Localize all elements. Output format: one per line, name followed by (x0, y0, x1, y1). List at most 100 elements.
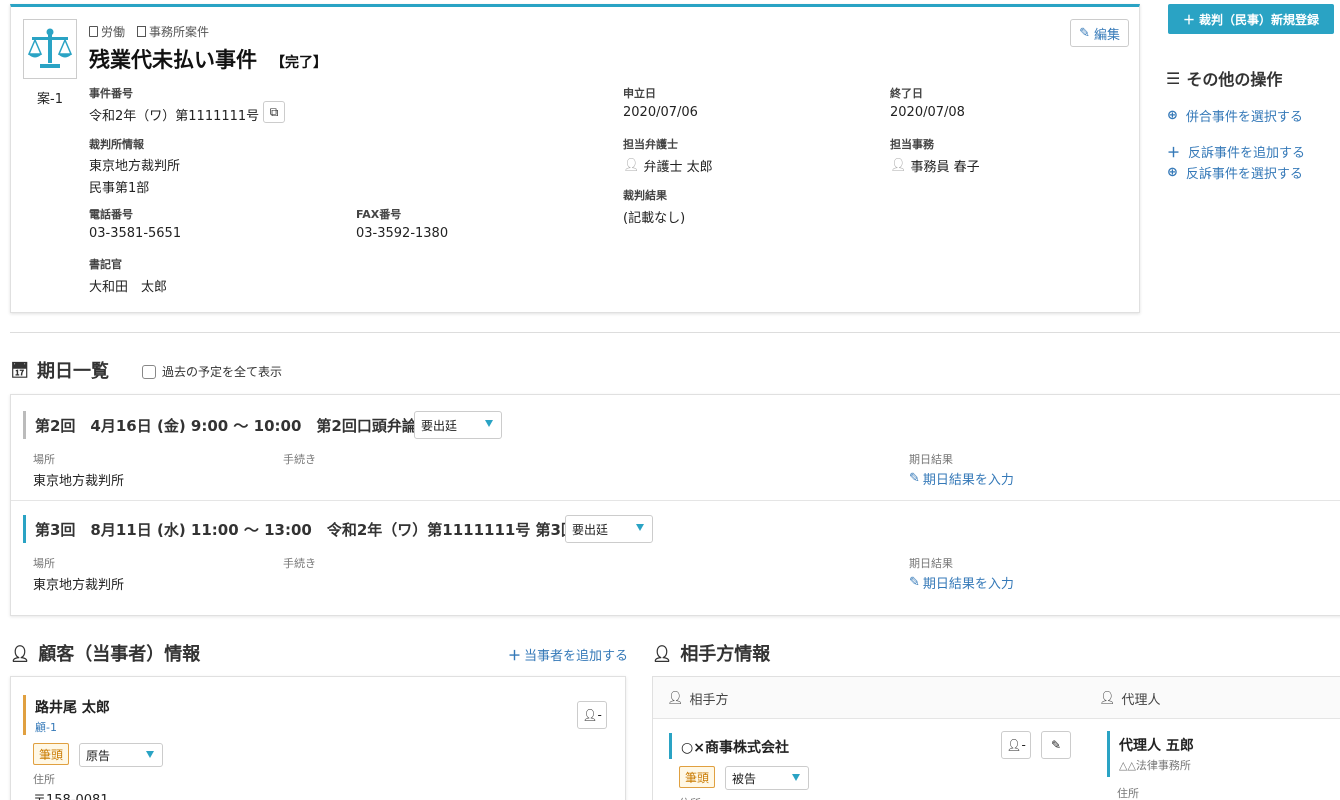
case-category: 労働 (89, 23, 125, 40)
opponent-name[interactable]: ○×商事株式会社 (681, 737, 789, 757)
select-counter-case-link[interactable]: ⊕ 反訴事件を選択する (1167, 163, 1303, 182)
lawyer-name: 弁護士 太郎 (643, 160, 713, 175)
phone-label: 電話番号 (89, 208, 133, 221)
schedule-entry-heading: 第2回 4月16日 (金) 9:00 ～ 10:00 第2回口頭弁論 (35, 417, 417, 435)
agent-column-label: 代理人 (1121, 693, 1161, 708)
client-id[interactable]: 顧-1 (35, 719, 57, 735)
agent-column-header: 👤︎ 代理人 (1099, 689, 1161, 708)
date-result-label: 期日結果 (909, 557, 953, 570)
edit-opponent-button[interactable]: ✎ (1041, 731, 1071, 759)
edit-button[interactable]: ✎ 編集 (1070, 19, 1129, 47)
clerk-row: 👤︎ 事務員 春子 (890, 156, 980, 175)
procedure-label: 手続き (283, 557, 316, 570)
edit-icon: ✎ (909, 471, 920, 486)
phone-value: 03-3581-5651 (89, 226, 182, 241)
select-counter-case-label: 反訴事件を選択する (1185, 167, 1303, 182)
select-merged-case-link[interactable]: ⊕ 併合事件を選択する (1167, 106, 1303, 125)
select-merged-case-label: 併合事件を選択する (1185, 110, 1303, 125)
procedure-label: 手続き (283, 453, 316, 466)
menu-icon: ☰ (1166, 68, 1181, 88)
show-past-label: 過去の予定を全て表示 (162, 365, 283, 379)
enter-result-link[interactable]: ✎ 期日結果を入力 (909, 469, 1014, 488)
court-division: 民事第1部 (89, 181, 150, 196)
place-label: 場所 (33, 557, 55, 570)
edit-icon: ✎ (909, 575, 920, 590)
client-name[interactable]: 路井尾 太郎 (35, 697, 110, 717)
caret-down-icon (792, 774, 800, 781)
schedule-title: 📅︎ 期日一覧 (10, 357, 109, 383)
plus-icon: ＋ (508, 649, 522, 664)
end-date: 2020/07/08 (890, 105, 965, 120)
checkbox[interactable] (142, 364, 156, 379)
address-label: 住所 (33, 773, 55, 786)
zoom-in-icon: ⊕ (1167, 108, 1178, 123)
caret-down-icon (146, 751, 154, 758)
case-number: 令和2年（ワ）第1111111号 (89, 109, 260, 124)
client-info-title: 👤︎ 顧客（当事者）情報 (10, 640, 200, 666)
enter-result-label: 期日結果を入力 (922, 577, 1014, 592)
show-past-checkbox[interactable]: 過去の予定を全て表示 (142, 363, 282, 380)
result-value: (記載なし) (623, 211, 686, 226)
party-role-select[interactable]: 原告 (79, 743, 163, 767)
enter-result-label: 期日結果を入力 (922, 473, 1014, 488)
lawyer-label: 担当弁護士 (623, 138, 678, 151)
opponent-header-row (653, 677, 1340, 719)
court-name: 東京地方裁判所 (89, 159, 181, 174)
case-title-row: 残業代未払い事件 【完了】 (89, 44, 327, 74)
edit-label: 編集 (1093, 27, 1120, 43)
lead-badge: 筆頭 (679, 766, 716, 788)
opponent-column-label: 相手方 (689, 693, 729, 708)
place-value: 東京地方裁判所 (33, 578, 125, 593)
opponent-role-value: 被告 (732, 771, 757, 786)
agent-name[interactable]: 代理人 五郎 (1119, 735, 1194, 755)
place-value: 東京地方裁判所 (33, 474, 125, 489)
agent-firm: △△法律事務所 (1119, 759, 1191, 772)
lead-badge: 筆頭 (33, 743, 70, 765)
plus-icon: ＋ (1182, 12, 1195, 27)
schedule-card: 第2回 4月16日 (金) 9:00 ～ 10:00 第2回口頭弁論 要出廷 場… (10, 394, 1340, 616)
caret-down-icon (636, 524, 644, 531)
user-icon: 👤︎ (652, 643, 673, 663)
place-label: 場所 (33, 453, 55, 466)
add-party-link[interactable]: ＋ 当事者を追加する (508, 645, 628, 664)
user-minus-icon: 👤︎- (1006, 738, 1026, 752)
user-icon: 👤︎ (623, 158, 640, 173)
attendance-select[interactable]: 要出廷 (414, 411, 502, 439)
building-icon (137, 26, 147, 37)
entry-indicator (23, 515, 26, 543)
divider (10, 332, 1340, 333)
copy-icon: ⧉ (269, 104, 279, 119)
court-info-label: 裁判所情報 (89, 138, 144, 151)
add-counter-case-link[interactable]: ＋ 反訴事件を追加する (1167, 142, 1305, 161)
calendar-icon: 📅︎ (10, 361, 30, 379)
case-id: 案-1 (37, 92, 63, 107)
user-icon: 👤︎ (667, 691, 684, 706)
schedule-title-label: 期日一覧 (37, 361, 110, 382)
entry-indicator (23, 411, 26, 439)
postal-code: 〒158-0081 (33, 789, 109, 800)
case-type-label: 事務所案件 (149, 25, 210, 39)
copy-button[interactable]: ⧉ (263, 101, 285, 123)
client-info-label: 顧客（当事者）情報 (38, 644, 201, 665)
remove-party-button[interactable]: 👤︎- (577, 701, 607, 729)
attendance-value: 要出廷 (572, 522, 609, 537)
filed-date-label: 申立日 (623, 87, 656, 100)
other-ops-label: その他の操作 (1186, 70, 1283, 89)
attendance-select[interactable]: 要出廷 (565, 515, 653, 543)
document-icon (89, 26, 98, 37)
enter-result-link[interactable]: ✎ 期日結果を入力 (909, 573, 1014, 592)
opponent-info-label: 相手方情報 (680, 644, 771, 665)
new-civil-case-button[interactable]: ＋ 裁判（民事）新規登録 (1168, 4, 1334, 34)
case-status: 【完了】 (271, 55, 327, 71)
opponent-role-select[interactable]: 被告 (725, 766, 809, 790)
caret-down-icon (485, 420, 493, 427)
schedule-entry-heading: 第3回 8月11日 (水) 11:00 ～ 13:00 令和2年（ワ）第1111… (35, 521, 576, 539)
opponent-info-title: 👤︎ 相手方情報 (652, 640, 770, 666)
clerk-name: 事務員 春子 (910, 160, 980, 175)
case-meta: 労働 事務所案件 (89, 23, 209, 40)
remove-opponent-button[interactable]: 👤︎- (1001, 731, 1031, 759)
plus-icon: ＋ (1167, 146, 1181, 161)
case-number-label: 事件番号 (89, 87, 133, 100)
result-label: 裁判結果 (623, 189, 667, 202)
opponent-address-label: 住所 (679, 795, 701, 800)
